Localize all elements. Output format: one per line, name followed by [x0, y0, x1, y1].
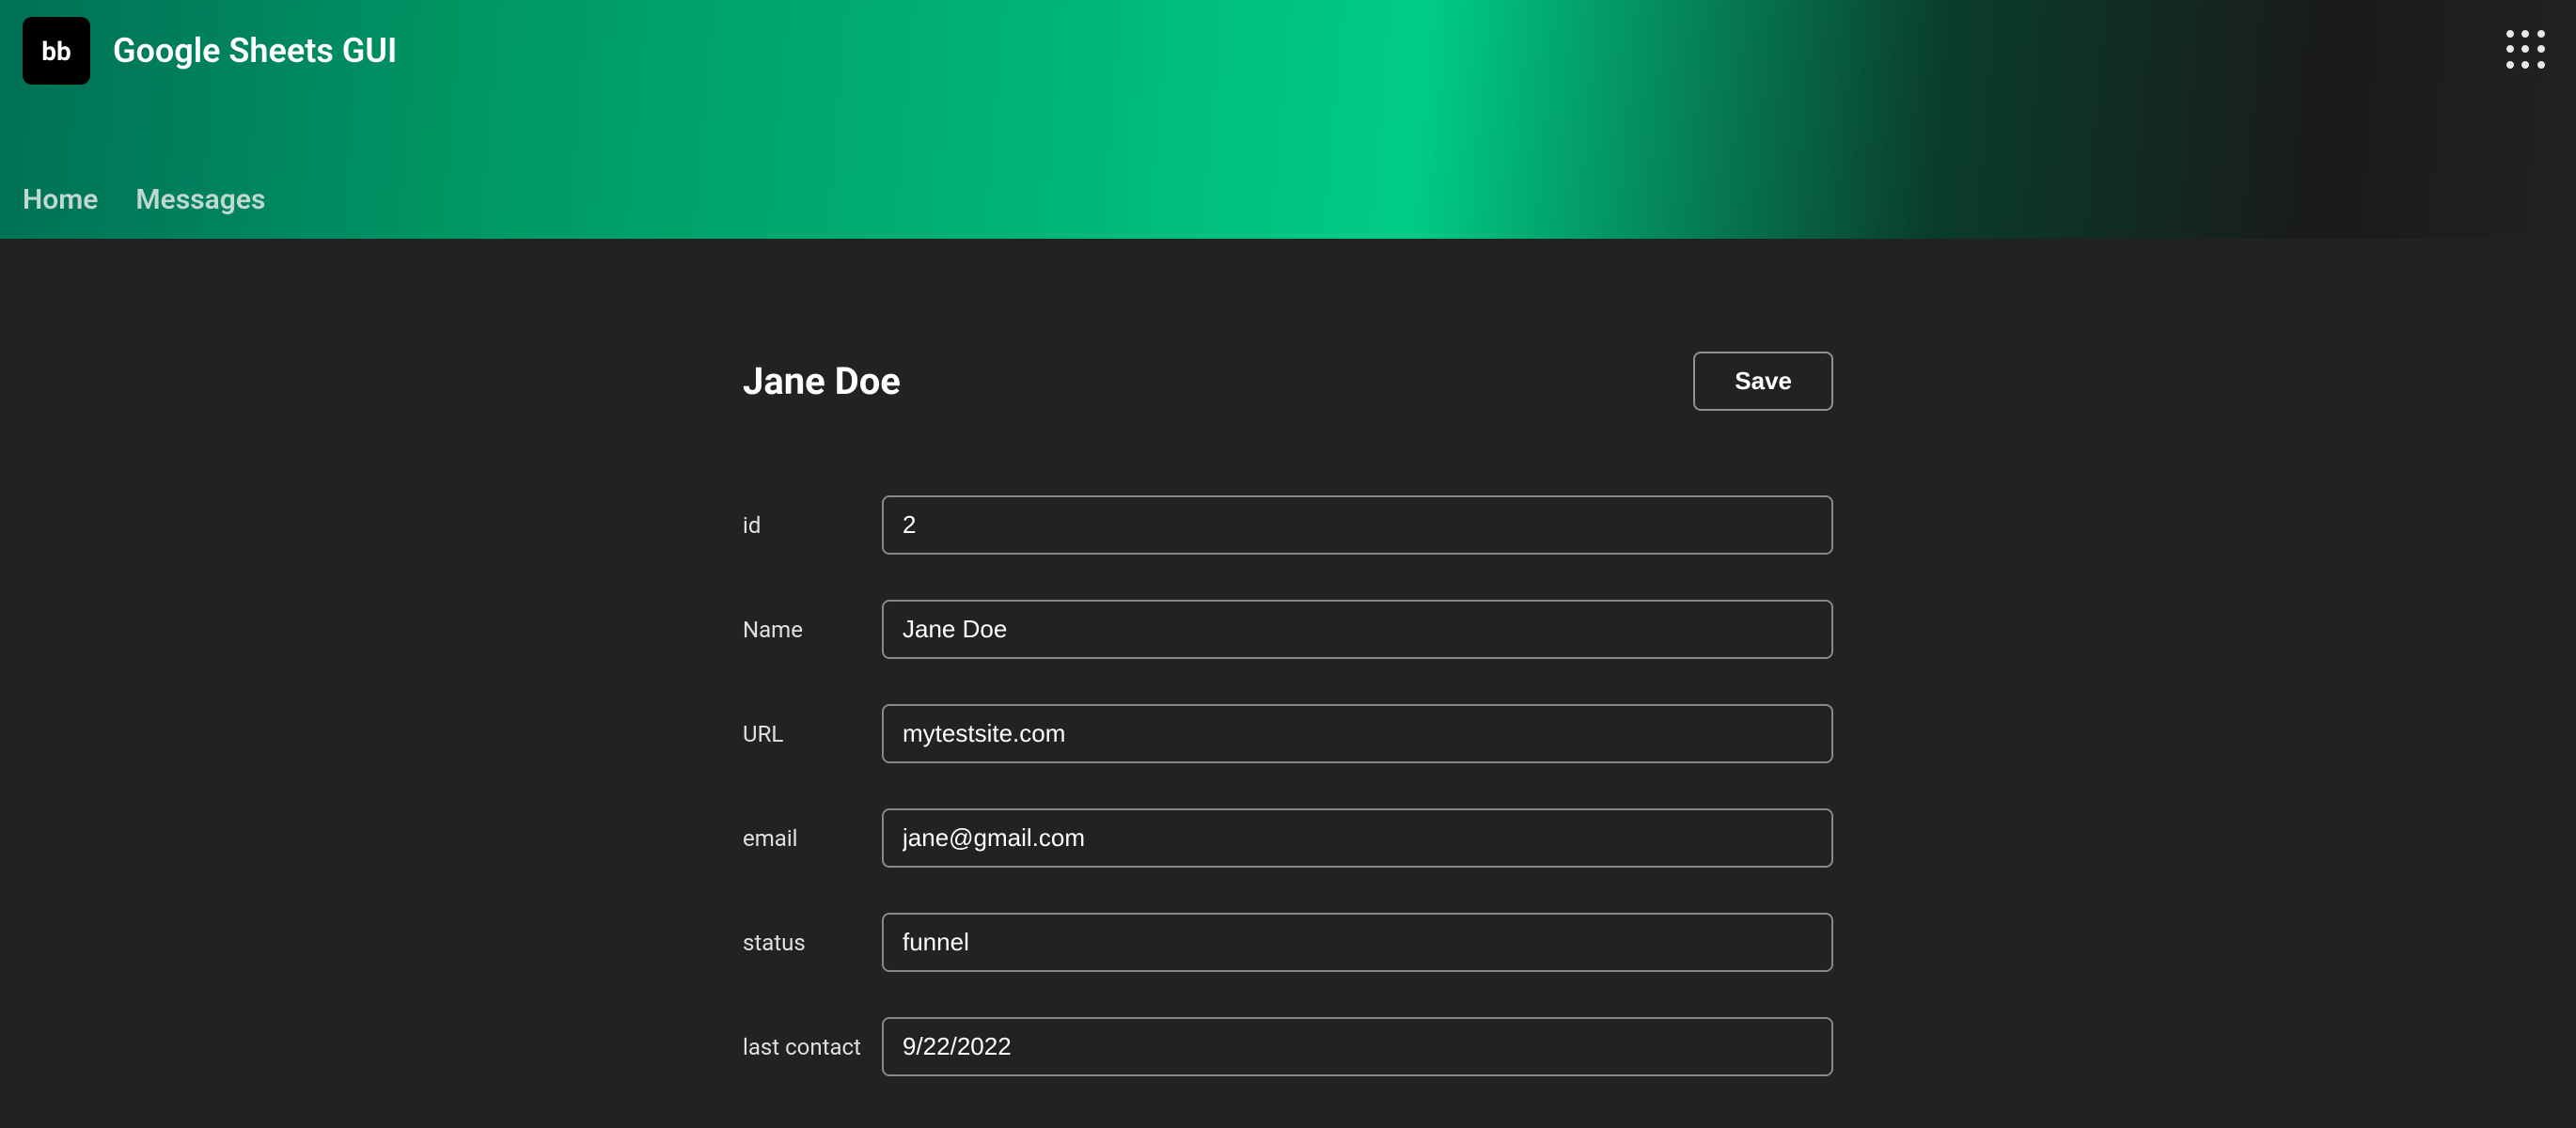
form-row-status: status	[743, 913, 1833, 972]
nav-bar: Home Messages	[0, 183, 325, 216]
app-logo[interactable]: bb	[23, 17, 90, 85]
input-name[interactable]	[882, 600, 1833, 659]
form-row-email: email	[743, 808, 1833, 868]
input-email[interactable]	[882, 808, 1833, 868]
input-url[interactable]	[882, 704, 1833, 763]
form-row-id: id	[743, 495, 1833, 555]
header-gradient: bb Google Sheets GUI Home Messages	[0, 0, 2576, 239]
page-title: Jane Doe	[743, 359, 901, 403]
form-row-url: URL	[743, 704, 1833, 763]
form-row-name: Name	[743, 600, 1833, 659]
save-button[interactable]: Save	[1693, 352, 1833, 411]
app-title: Google Sheets GUI	[113, 31, 397, 70]
label-id: id	[743, 512, 882, 539]
label-url: URL	[743, 721, 882, 747]
label-name: Name	[743, 617, 882, 643]
input-last-contact[interactable]	[882, 1017, 1833, 1076]
input-status[interactable]	[882, 913, 1833, 972]
form-header: Jane Doe Save	[743, 352, 1833, 411]
logo-text: bb	[41, 36, 71, 67]
form-row-last-contact: last contact	[743, 1017, 1833, 1076]
top-bar: bb Google Sheets GUI	[0, 0, 2576, 102]
apps-grid-icon[interactable]	[2506, 30, 2546, 70]
content-area: Jane Doe Save id Name URL email status	[0, 239, 2576, 1076]
form-container: Jane Doe Save id Name URL email status	[724, 352, 1852, 1076]
nav-home[interactable]: Home	[23, 183, 98, 216]
label-status: status	[743, 930, 882, 956]
input-id[interactable]	[882, 495, 1833, 555]
label-email: email	[743, 825, 882, 852]
nav-messages[interactable]: Messages	[135, 183, 265, 216]
label-last-contact: last contact	[743, 1034, 882, 1060]
